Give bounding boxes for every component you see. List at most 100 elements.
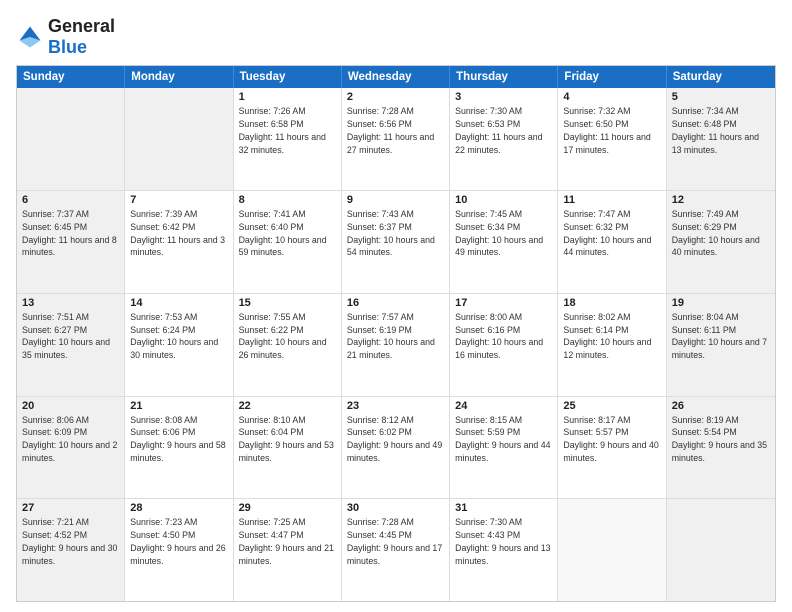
- cell-sun-info: Sunrise: 7:39 AM Sunset: 6:42 PM Dayligh…: [130, 208, 227, 259]
- weekday-header: Saturday: [667, 66, 775, 88]
- cell-sun-info: Sunrise: 7:43 AM Sunset: 6:37 PM Dayligh…: [347, 208, 444, 259]
- day-number: 5: [672, 91, 770, 103]
- cell-sun-info: Sunrise: 8:12 AM Sunset: 6:02 PM Dayligh…: [347, 414, 444, 465]
- day-number: 24: [455, 400, 552, 412]
- calendar-cell: 18 Sunrise: 8:02 AM Sunset: 6:14 PM Dayli…: [558, 294, 666, 396]
- day-number: 31: [455, 502, 552, 514]
- weekday-header: Wednesday: [342, 66, 450, 88]
- day-number: 23: [347, 400, 444, 412]
- calendar-row: 20 Sunrise: 8:06 AM Sunset: 6:09 PM Dayli…: [17, 396, 775, 499]
- calendar-cell: 13Sunrise: 7:51 AM Sunset: 6:27 PM Dayli…: [17, 294, 125, 396]
- day-number: 8: [239, 194, 336, 206]
- day-number: 3: [455, 91, 552, 103]
- day-number: 18: [563, 297, 660, 309]
- calendar-cell: [125, 88, 233, 190]
- calendar-cell: 17 Sunrise: 8:00 AM Sunset: 6:16 PM Dayli…: [450, 294, 558, 396]
- cell-sun-info: Sunrise: 8:17 AM Sunset: 5:57 PM Dayligh…: [563, 414, 660, 465]
- calendar-cell: 12 Sunrise: 7:49 AM Sunset: 6:29 PM Dayli…: [667, 191, 775, 293]
- calendar-cell: 16 Sunrise: 7:57 AM Sunset: 6:19 PM Dayli…: [342, 294, 450, 396]
- weekday-header: Tuesday: [234, 66, 342, 88]
- cell-sun-info: Sunrise: 7:25 AM Sunset: 4:47 PM Dayligh…: [239, 516, 336, 567]
- day-number: 22: [239, 400, 336, 412]
- calendar-cell: 22 Sunrise: 8:10 AM Sunset: 6:04 PM Dayli…: [234, 397, 342, 499]
- cell-sun-info: Sunrise: 8:02 AM Sunset: 6:14 PM Dayligh…: [563, 311, 660, 362]
- calendar-cell: 19Sunrise: 8:04 AM Sunset: 6:11 PM Dayli…: [667, 294, 775, 396]
- calendar-cell: 28 Sunrise: 7:23 AM Sunset: 4:50 PM Dayli…: [125, 499, 233, 601]
- calendar-cell: 6 Sunrise: 7:37 AM Sunset: 6:45 PM Daylig…: [17, 191, 125, 293]
- calendar-cell: 11Sunrise: 7:47 AM Sunset: 6:32 PM Dayli…: [558, 191, 666, 293]
- calendar-cell: 4Sunrise: 7:32 AM Sunset: 6:50 PM Daylig…: [558, 88, 666, 190]
- calendar-cell: 23 Sunrise: 8:12 AM Sunset: 6:02 PM Dayli…: [342, 397, 450, 499]
- cell-sun-info: Sunrise: 7:55 AM Sunset: 6:22 PM Dayligh…: [239, 311, 336, 362]
- cell-sun-info: Sunrise: 7:28 AM Sunset: 4:45 PM Dayligh…: [347, 516, 444, 567]
- day-number: 17: [455, 297, 552, 309]
- cell-sun-info: Sunrise: 7:30 AM Sunset: 6:53 PM Dayligh…: [455, 105, 552, 156]
- day-number: 12: [672, 194, 770, 206]
- cell-sun-info: Sunrise: 7:41 AM Sunset: 6:40 PM Dayligh…: [239, 208, 336, 259]
- calendar-header: SundayMondayTuesdayWednesdayThursdayFrid…: [17, 66, 775, 88]
- calendar-cell: 31 Sunrise: 7:30 AM Sunset: 4:43 PM Dayli…: [450, 499, 558, 601]
- cell-sun-info: Sunrise: 7:57 AM Sunset: 6:19 PM Dayligh…: [347, 311, 444, 362]
- calendar-cell: 8 Sunrise: 7:41 AM Sunset: 6:40 PM Daylig…: [234, 191, 342, 293]
- calendar-cell: 14 Sunrise: 7:53 AM Sunset: 6:24 PM Dayli…: [125, 294, 233, 396]
- day-number: 16: [347, 297, 444, 309]
- cell-sun-info: Sunrise: 8:06 AM Sunset: 6:09 PM Dayligh…: [22, 414, 119, 465]
- day-number: 7: [130, 194, 227, 206]
- day-number: 15: [239, 297, 336, 309]
- calendar-row: 13Sunrise: 7:51 AM Sunset: 6:27 PM Dayli…: [17, 293, 775, 396]
- cell-sun-info: Sunrise: 7:28 AM Sunset: 6:56 PM Dayligh…: [347, 105, 444, 156]
- cell-sun-info: Sunrise: 8:10 AM Sunset: 6:04 PM Dayligh…: [239, 414, 336, 465]
- calendar-row: 6 Sunrise: 7:37 AM Sunset: 6:45 PM Daylig…: [17, 190, 775, 293]
- day-number: 25: [563, 400, 660, 412]
- calendar-cell: 7 Sunrise: 7:39 AM Sunset: 6:42 PM Daylig…: [125, 191, 233, 293]
- logo-icon: [16, 23, 44, 51]
- cell-sun-info: Sunrise: 8:04 AM Sunset: 6:11 PM Dayligh…: [672, 311, 770, 362]
- calendar-row: 1 Sunrise: 7:26 AM Sunset: 6:58 PM Daylig…: [17, 88, 775, 190]
- calendar-cell: 25 Sunrise: 8:17 AM Sunset: 5:57 PM Dayli…: [558, 397, 666, 499]
- logo-text: General Blue: [48, 16, 115, 57]
- calendar-cell: 3 Sunrise: 7:30 AM Sunset: 6:53 PM Daylig…: [450, 88, 558, 190]
- cell-sun-info: Sunrise: 8:19 AM Sunset: 5:54 PM Dayligh…: [672, 414, 770, 465]
- day-number: 13: [22, 297, 119, 309]
- calendar-cell: 24 Sunrise: 8:15 AM Sunset: 5:59 PM Dayli…: [450, 397, 558, 499]
- cell-sun-info: Sunrise: 7:26 AM Sunset: 6:58 PM Dayligh…: [239, 105, 336, 156]
- calendar-cell: 15 Sunrise: 7:55 AM Sunset: 6:22 PM Dayli…: [234, 294, 342, 396]
- cell-sun-info: Sunrise: 7:37 AM Sunset: 6:45 PM Dayligh…: [22, 208, 119, 259]
- calendar-cell: 27Sunrise: 7:21 AM Sunset: 4:52 PM Dayli…: [17, 499, 125, 601]
- page: General Blue SundayMondayTuesdayWednesda…: [0, 0, 792, 612]
- calendar-cell: 1 Sunrise: 7:26 AM Sunset: 6:58 PM Daylig…: [234, 88, 342, 190]
- cell-sun-info: Sunrise: 7:21 AM Sunset: 4:52 PM Dayligh…: [22, 516, 119, 567]
- day-number: 20: [22, 400, 119, 412]
- calendar-cell: [558, 499, 666, 601]
- calendar-cell: [17, 88, 125, 190]
- weekday-header: Monday: [125, 66, 233, 88]
- cell-sun-info: Sunrise: 8:15 AM Sunset: 5:59 PM Dayligh…: [455, 414, 552, 465]
- header: General Blue: [16, 16, 776, 57]
- cell-sun-info: Sunrise: 7:23 AM Sunset: 4:50 PM Dayligh…: [130, 516, 227, 567]
- day-number: 29: [239, 502, 336, 514]
- weekday-header: Thursday: [450, 66, 558, 88]
- day-number: 21: [130, 400, 227, 412]
- calendar: SundayMondayTuesdayWednesdayThursdayFrid…: [16, 65, 776, 602]
- day-number: 6: [22, 194, 119, 206]
- calendar-cell: 29 Sunrise: 7:25 AM Sunset: 4:47 PM Dayli…: [234, 499, 342, 601]
- day-number: 1: [239, 91, 336, 103]
- calendar-cell: 21 Sunrise: 8:08 AM Sunset: 6:06 PM Dayli…: [125, 397, 233, 499]
- day-number: 30: [347, 502, 444, 514]
- day-number: 14: [130, 297, 227, 309]
- cell-sun-info: Sunrise: 8:08 AM Sunset: 6:06 PM Dayligh…: [130, 414, 227, 465]
- calendar-cell: 26Sunrise: 8:19 AM Sunset: 5:54 PM Dayli…: [667, 397, 775, 499]
- cell-sun-info: Sunrise: 7:34 AM Sunset: 6:48 PM Dayligh…: [672, 105, 770, 156]
- calendar-cell: 9Sunrise: 7:43 AM Sunset: 6:37 PM Daylig…: [342, 191, 450, 293]
- cell-sun-info: Sunrise: 7:49 AM Sunset: 6:29 PM Dayligh…: [672, 208, 770, 259]
- day-number: 11: [563, 194, 660, 206]
- weekday-header: Sunday: [17, 66, 125, 88]
- calendar-cell: 10Sunrise: 7:45 AM Sunset: 6:34 PM Dayli…: [450, 191, 558, 293]
- cell-sun-info: Sunrise: 8:00 AM Sunset: 6:16 PM Dayligh…: [455, 311, 552, 362]
- day-number: 28: [130, 502, 227, 514]
- cell-sun-info: Sunrise: 7:53 AM Sunset: 6:24 PM Dayligh…: [130, 311, 227, 362]
- cell-sun-info: Sunrise: 7:45 AM Sunset: 6:34 PM Dayligh…: [455, 208, 552, 259]
- logo: General Blue: [16, 16, 115, 57]
- calendar-row: 27Sunrise: 7:21 AM Sunset: 4:52 PM Dayli…: [17, 498, 775, 601]
- cell-sun-info: Sunrise: 7:30 AM Sunset: 4:43 PM Dayligh…: [455, 516, 552, 567]
